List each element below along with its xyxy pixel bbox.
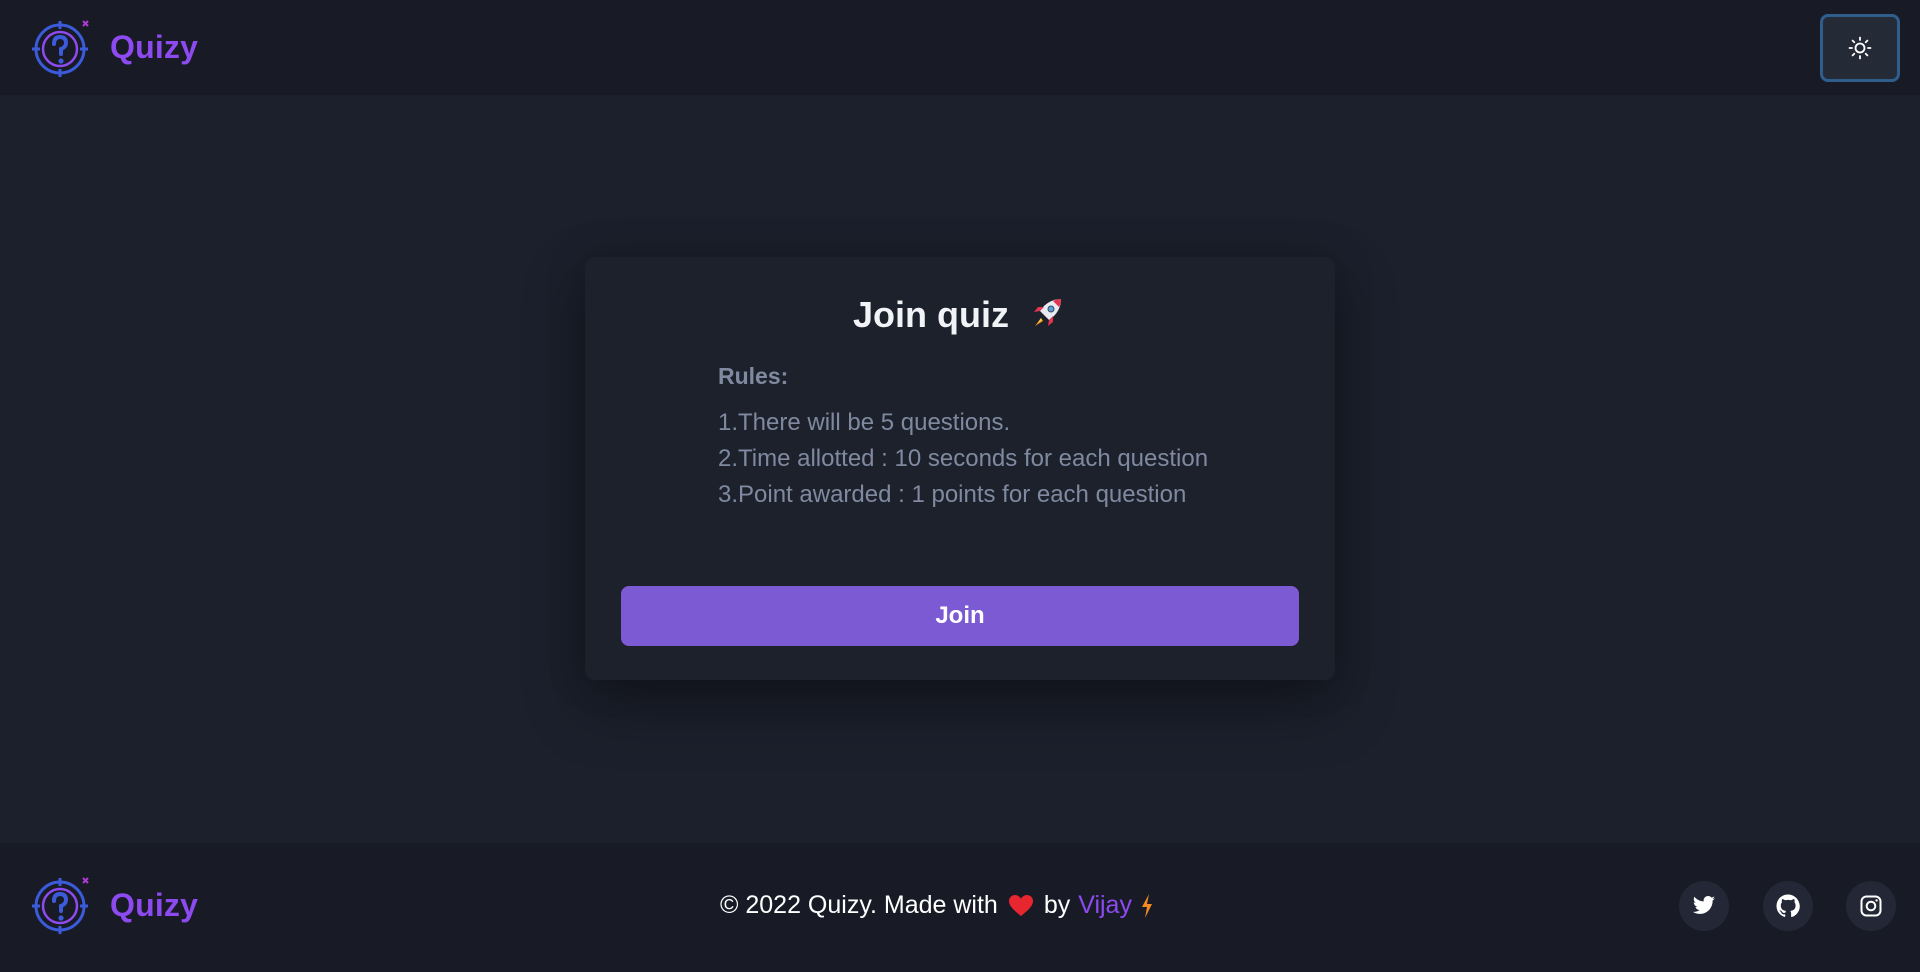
instagram-icon	[1860, 895, 1882, 917]
rules-list: 1.There will be 5 questions. 2.Time allo…	[718, 405, 1208, 513]
footer-credit: © 2022 Quizy. Made with by Vijay	[720, 891, 1154, 920]
github-link[interactable]	[1763, 881, 1813, 931]
footer: Quizy © 2022 Quizy. Made with by Vijay	[0, 843, 1920, 972]
brand-name: Quizy	[110, 29, 199, 65]
rule-item: 1.There will be 5 questions.	[718, 409, 1011, 436]
card-title-text: Join quiz	[852, 294, 1009, 335]
footer-brand-link[interactable]: Quizy	[30, 874, 198, 936]
heart-icon	[1008, 894, 1033, 916]
instagram-link[interactable]	[1846, 881, 1896, 931]
quiz-logo-icon	[32, 877, 89, 934]
quiz-logo-icon	[32, 19, 89, 77]
copyright-text: © 2022 Quizy. Made with	[720, 891, 998, 919]
sun-icon	[1848, 36, 1872, 59]
top-navbar: Quizy	[0, 0, 1920, 95]
twitter-icon	[1692, 896, 1715, 914]
join-quiz-card: Join quiz Rules: 1.There will be 5 quest…	[585, 257, 1335, 680]
card-title: Join quiz	[585, 293, 1335, 336]
brand-link[interactable]: Quizy	[30, 17, 198, 79]
join-button[interactable]: Join	[621, 586, 1299, 646]
theme-toggle-button[interactable]	[1820, 13, 1900, 82]
page: Quizy Join quiz Rules: 1.There will be 5…	[0, 0, 1920, 972]
rocket-icon	[1034, 299, 1061, 326]
github-icon	[1776, 894, 1800, 918]
footer-brand-name: Quizy	[110, 886, 199, 923]
twitter-link[interactable]	[1679, 881, 1729, 931]
rules-heading: Rules:	[718, 363, 789, 389]
rule-item: 3.Point awarded : 1 points for each ques…	[718, 481, 1187, 508]
rule-item: 2.Time allotted : 10 seconds for each qu…	[718, 445, 1209, 472]
author-link[interactable]: Vijay	[1078, 891, 1132, 920]
lightning-icon	[1141, 893, 1152, 918]
by-text: by	[1043, 891, 1071, 919]
